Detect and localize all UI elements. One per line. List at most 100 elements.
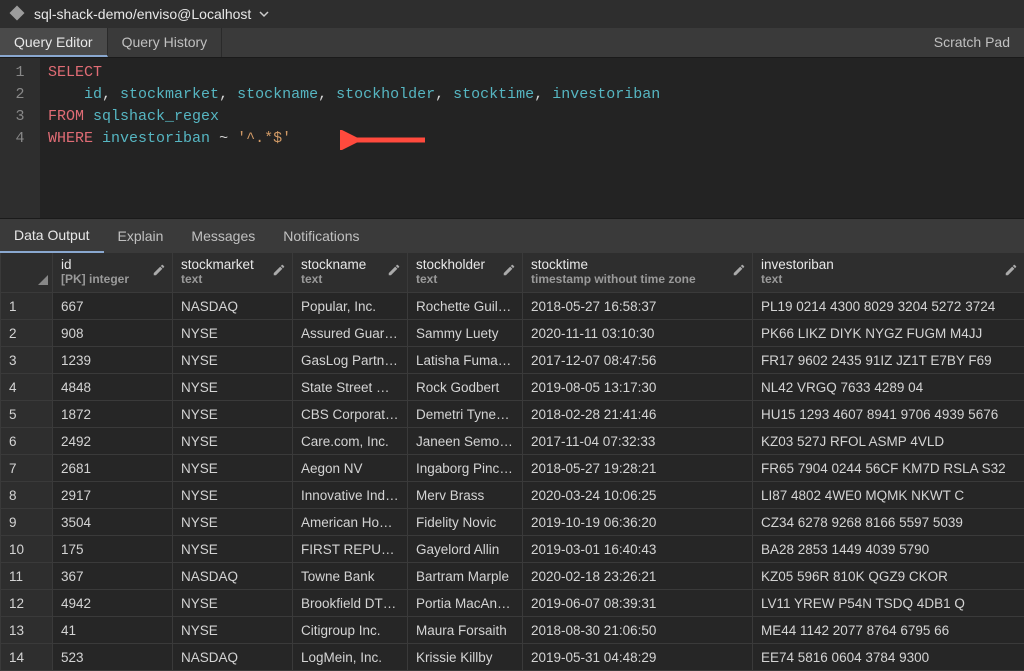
cell-stockmarket[interactable]: NYSE <box>173 320 293 347</box>
cell-stockholder[interactable]: Gayelord Allin <box>408 536 523 563</box>
cell-stockname[interactable]: Aegon NV <box>293 455 408 482</box>
cell-stocktime[interactable]: 2020-02-18 23:26:21 <box>523 563 753 590</box>
cell-stockmarket[interactable]: NYSE <box>173 509 293 536</box>
table-row[interactable]: 72681NYSEAegon NVIngaborg Pinchin2018-05… <box>1 455 1024 482</box>
table-row[interactable]: 31239NYSEGasLog Partner…Latisha Fumagall… <box>1 347 1024 374</box>
cell-stockmarket[interactable]: NYSE <box>173 617 293 644</box>
pencil-icon[interactable] <box>152 263 166 280</box>
cell-stockmarket[interactable]: NASDAQ <box>173 563 293 590</box>
cell-stockname[interactable]: CBS Corporation <box>293 401 408 428</box>
table-row[interactable]: 10175NYSEFIRST REPUBLI…Gayelord Allin201… <box>1 536 1024 563</box>
cell-id[interactable]: 908 <box>53 320 173 347</box>
cell-investoriban[interactable]: ME44 1142 2077 8764 6795 66 <box>753 617 1024 644</box>
cell-stockholder[interactable]: Maura Forsaith <box>408 617 523 644</box>
cell-investoriban[interactable]: PL19 0214 4300 8029 3204 5272 3724 <box>753 293 1024 320</box>
cell-stockholder[interactable]: Demetri Tynemo… <box>408 401 523 428</box>
cell-stockmarket[interactable]: NYSE <box>173 428 293 455</box>
cell-id[interactable]: 2917 <box>53 482 173 509</box>
cell-id[interactable]: 1239 <box>53 347 173 374</box>
cell-stockholder[interactable]: Fidelity Novic <box>408 509 523 536</box>
tab-query-history[interactable]: Query History <box>108 28 223 57</box>
cell-stockname[interactable]: FIRST REPUBLI… <box>293 536 408 563</box>
cell-stocktime[interactable]: 2019-08-05 13:17:30 <box>523 374 753 401</box>
cell-id[interactable]: 2681 <box>53 455 173 482</box>
cell-stockname[interactable]: Assured Guaran… <box>293 320 408 347</box>
cell-stocktime[interactable]: 2019-03-01 16:40:43 <box>523 536 753 563</box>
tab-query-editor[interactable]: Query Editor <box>0 28 108 57</box>
cell-investoriban[interactable]: LV11 YREW P54N TSDQ 4DB1 Q <box>753 590 1024 617</box>
pencil-icon[interactable] <box>732 263 746 280</box>
cell-investoriban[interactable]: PK66 LIKZ DIYK NYGZ FUGM M4JJ <box>753 320 1024 347</box>
cell-stockmarket[interactable]: NYSE <box>173 590 293 617</box>
cell-stockmarket[interactable]: NASDAQ <box>173 644 293 671</box>
table-row[interactable]: 124942NYSEBrookfield DTL…Portia MacAndie… <box>1 590 1024 617</box>
cell-stockholder[interactable]: Latisha Fumagall <box>408 347 523 374</box>
cell-stockholder[interactable]: Janeen Semonin <box>408 428 523 455</box>
cell-stockname[interactable]: Care.com, Inc. <box>293 428 408 455</box>
cell-id[interactable]: 4942 <box>53 590 173 617</box>
table-row[interactable]: 62492NYSECare.com, Inc.Janeen Semonin201… <box>1 428 1024 455</box>
cell-id[interactable]: 3504 <box>53 509 173 536</box>
cell-stockname[interactable]: GasLog Partner… <box>293 347 408 374</box>
cell-investoriban[interactable]: CZ34 6278 9268 8166 5597 5039 <box>753 509 1024 536</box>
tab-explain[interactable]: Explain <box>104 220 178 252</box>
cell-stockname[interactable]: Towne Bank <box>293 563 408 590</box>
cell-stockholder[interactable]: Krissie Killby <box>408 644 523 671</box>
cell-stockmarket[interactable]: NYSE <box>173 401 293 428</box>
cell-stocktime[interactable]: 2018-02-28 21:41:46 <box>523 401 753 428</box>
cell-stocktime[interactable]: 2020-03-24 10:06:25 <box>523 482 753 509</box>
code-area[interactable]: SELECT id, stockmarket, stockname, stock… <box>40 58 1024 218</box>
cell-stocktime[interactable]: 2019-05-31 04:48:29 <box>523 644 753 671</box>
cell-stockname[interactable]: American Hom… <box>293 509 408 536</box>
pencil-icon[interactable] <box>502 263 516 280</box>
tab-notifications[interactable]: Notifications <box>269 220 373 252</box>
cell-stocktime[interactable]: 2018-05-27 19:28:21 <box>523 455 753 482</box>
col-header-stocktime[interactable]: stocktime timestamp without time zone <box>523 253 753 293</box>
cell-stockholder[interactable]: Rock Godbert <box>408 374 523 401</box>
cell-investoriban[interactable]: FR65 7904 0244 56CF KM7D RSLA S32 <box>753 455 1024 482</box>
tab-data-output[interactable]: Data Output <box>0 219 104 253</box>
cell-stockholder[interactable]: Merv Brass <box>408 482 523 509</box>
col-header-stockholder[interactable]: stockholder text <box>408 253 523 293</box>
col-header-investoriban[interactable]: investoriban text <box>753 253 1024 293</box>
cell-stockholder[interactable]: Bartram Marple <box>408 563 523 590</box>
cell-stockmarket[interactable]: NYSE <box>173 455 293 482</box>
pencil-icon[interactable] <box>1004 263 1018 280</box>
sql-editor[interactable]: 1 2 3 4 SELECT id, stockmarket, stocknam… <box>0 58 1024 218</box>
tab-messages[interactable]: Messages <box>177 220 269 252</box>
cell-stocktime[interactable]: 2017-12-07 08:47:56 <box>523 347 753 374</box>
cell-id[interactable]: 367 <box>53 563 173 590</box>
table-row[interactable]: 82917NYSEInnovative Indu…Merv Brass2020-… <box>1 482 1024 509</box>
cell-investoriban[interactable]: KZ05 596R 810K QGZ9 CKOR <box>753 563 1024 590</box>
cell-stockmarket[interactable]: NYSE <box>173 536 293 563</box>
cell-stockname[interactable]: LogMein, Inc. <box>293 644 408 671</box>
col-header-stockname[interactable]: stockname text <box>293 253 408 293</box>
cell-stocktime[interactable]: 2017-11-04 07:32:33 <box>523 428 753 455</box>
cell-stocktime[interactable]: 2019-06-07 08:39:31 <box>523 590 753 617</box>
cell-stockholder[interactable]: Portia MacAndie <box>408 590 523 617</box>
cell-stockname[interactable]: Citigroup Inc. <box>293 617 408 644</box>
table-row[interactable]: 2908NYSEAssured Guaran…Sammy Luety2020-1… <box>1 320 1024 347</box>
cell-id[interactable]: 41 <box>53 617 173 644</box>
table-row[interactable]: 14523NASDAQLogMein, Inc.Krissie Killby20… <box>1 644 1024 671</box>
cell-stocktime[interactable]: 2019-10-19 06:36:20 <box>523 509 753 536</box>
cell-investoriban[interactable]: EE74 5816 0604 3784 9300 <box>753 644 1024 671</box>
cell-stockholder[interactable]: Rochette Guilfoyle <box>408 293 523 320</box>
cell-stockmarket[interactable]: NYSE <box>173 347 293 374</box>
cell-stockname[interactable]: Brookfield DTL… <box>293 590 408 617</box>
cell-stocktime[interactable]: 2018-08-30 21:06:50 <box>523 617 753 644</box>
pencil-icon[interactable] <box>272 263 286 280</box>
table-row[interactable]: 1341NYSECitigroup Inc.Maura Forsaith2018… <box>1 617 1024 644</box>
cell-id[interactable]: 175 <box>53 536 173 563</box>
cell-stockname[interactable]: State Street Cor… <box>293 374 408 401</box>
table-row[interactable]: 93504NYSEAmerican Hom…Fidelity Novic2019… <box>1 509 1024 536</box>
cell-investoriban[interactable]: LI87 4802 4WE0 MQMK NKWT C <box>753 482 1024 509</box>
table-row[interactable]: 51872NYSECBS CorporationDemetri Tynemo…2… <box>1 401 1024 428</box>
col-header-id[interactable]: id [PK] integer <box>53 253 173 293</box>
cell-id[interactable]: 523 <box>53 644 173 671</box>
tab-scratch-pad[interactable]: Scratch Pad <box>920 28 1024 57</box>
col-header-stockmarket[interactable]: stockmarket text <box>173 253 293 293</box>
cell-stockmarket[interactable]: NYSE <box>173 374 293 401</box>
cell-investoriban[interactable]: BA28 2853 1449 4039 5790 <box>753 536 1024 563</box>
cell-id[interactable]: 4848 <box>53 374 173 401</box>
